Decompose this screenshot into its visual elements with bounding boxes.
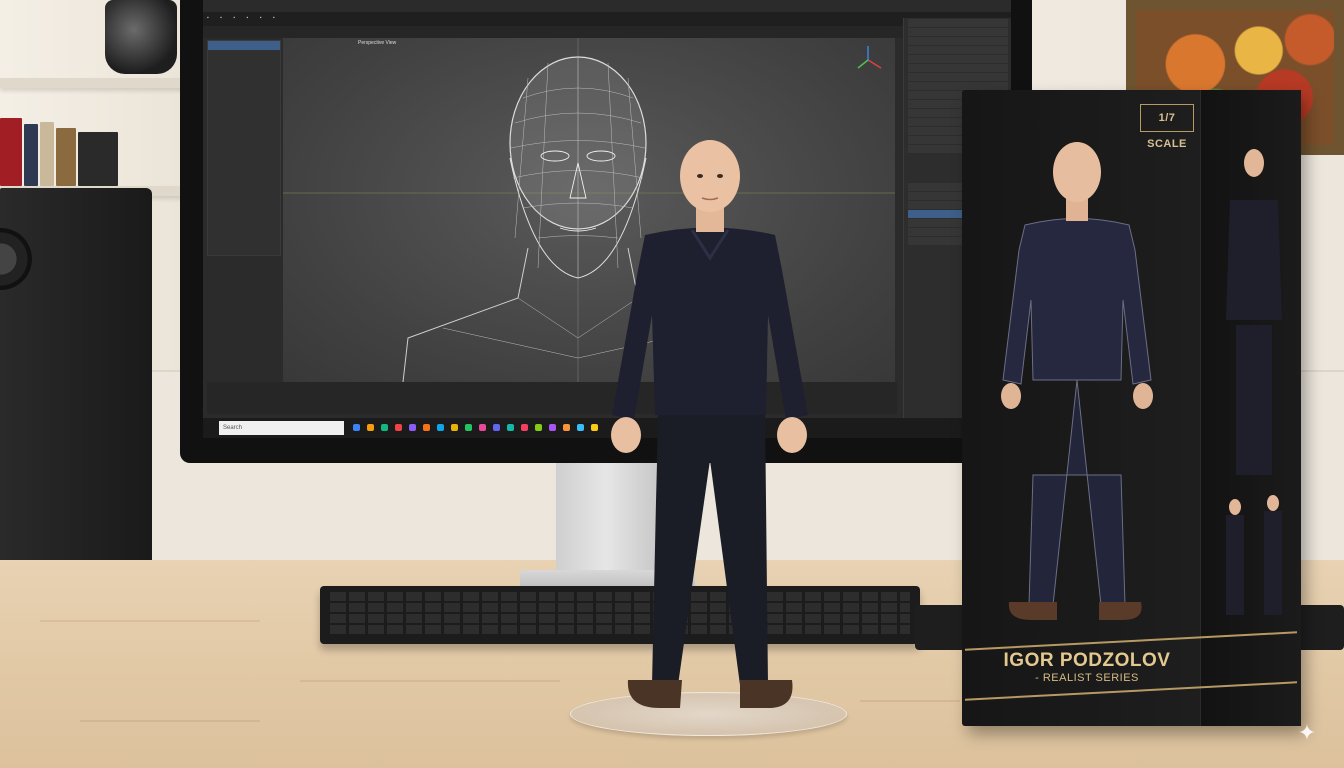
app-icon[interactable] (563, 424, 570, 431)
app-icon[interactable] (465, 424, 472, 431)
app-icon[interactable] (549, 424, 556, 431)
box-art-trousers (1028, 379, 1126, 606)
outliner-item[interactable] (208, 59, 280, 68)
wood-grain (40, 620, 260, 622)
box-art-shoe (1099, 602, 1142, 620)
box-subtitle: - REALIST SERIES (1035, 672, 1139, 684)
outliner-item[interactable] (208, 95, 280, 104)
figure-left-hand (611, 417, 641, 453)
wood-grain (860, 700, 960, 702)
figure-eye (697, 174, 703, 178)
panel-row[interactable] (908, 73, 1008, 81)
sparkle-icon: ✦ (1297, 720, 1317, 745)
mini-figure (1264, 511, 1282, 615)
toolbar (203, 26, 903, 38)
app-icon[interactable] (423, 424, 430, 431)
taskbar-search[interactable]: Search (219, 421, 344, 435)
app-icon[interactable] (479, 424, 486, 431)
vase (105, 0, 177, 74)
menu-item[interactable]: ▪ (260, 15, 262, 21)
menu-item[interactable]: ▪ (220, 15, 222, 21)
figure-left-shoe (627, 680, 682, 708)
box-art-hand (1001, 383, 1021, 409)
app-icon[interactable] (493, 424, 500, 431)
app-icon[interactable] (353, 424, 360, 431)
app-icon[interactable] (535, 424, 542, 431)
box-front-illustration (1001, 142, 1153, 620)
panel-row[interactable] (908, 37, 1008, 45)
book (0, 118, 22, 186)
outliner-item[interactable] (208, 86, 280, 95)
figure-right-shoe (740, 680, 793, 708)
app-icon[interactable] (451, 424, 458, 431)
box-art-sweater (1002, 218, 1152, 385)
menu-item[interactable]: ▪ (207, 15, 209, 21)
photo-scene: ▪ ▪ ▪ ▪ ▪ ▪ Perspective View Search 1/7 … (0, 0, 1344, 768)
box-side-illustrations (1226, 149, 1282, 615)
box-art-shoe (1008, 602, 1057, 620)
app-icon[interactable] (591, 424, 598, 431)
panel-row[interactable] (908, 46, 1008, 54)
axis-gizmo-icon (857, 46, 882, 69)
app-icon[interactable] (409, 424, 416, 431)
panel-row[interactable] (908, 82, 1008, 90)
side-art-sweater (1226, 200, 1282, 320)
app-icon[interactable] (437, 424, 444, 431)
panel-row[interactable] (908, 19, 1008, 27)
box-title: IGOR PODZOLOV (1003, 650, 1171, 671)
outliner-item[interactable] (208, 122, 280, 131)
outliner-panel (207, 40, 281, 256)
side-art-head (1244, 149, 1264, 177)
app-icon[interactable] (395, 424, 402, 431)
panel-row[interactable] (908, 55, 1008, 63)
outliner-item[interactable] (208, 41, 280, 50)
figure-eye (717, 174, 723, 178)
menu-bar: ▪ ▪ ▪ ▪ ▪ ▪ (203, 12, 1011, 26)
book (24, 124, 38, 186)
wood-grain (80, 720, 260, 722)
figure-head (680, 140, 740, 212)
app-icon[interactable] (367, 424, 374, 431)
outliner-item[interactable] (208, 113, 280, 122)
app-icon[interactable] (521, 424, 528, 431)
app-icon[interactable] (507, 424, 514, 431)
app-icon[interactable] (381, 424, 388, 431)
outliner-item[interactable] (208, 68, 280, 77)
mini-figure-head (1267, 495, 1279, 511)
book (56, 128, 76, 186)
shelf (0, 78, 185, 88)
figure-right-hand (777, 417, 807, 453)
app-icon[interactable] (577, 424, 584, 431)
mini-figure-head (1229, 499, 1241, 515)
wood-grain (300, 680, 560, 682)
panel-row[interactable] (908, 28, 1008, 36)
action-figure (611, 140, 808, 708)
scale-badge: 1/7 SCALE (1140, 104, 1194, 150)
menu-item[interactable]: ▪ (247, 15, 249, 21)
panel-row[interactable] (908, 64, 1008, 72)
menu-item[interactable]: ▪ (273, 15, 275, 21)
side-art-trousers (1236, 325, 1272, 475)
book (78, 132, 118, 186)
figure-trousers (652, 410, 768, 685)
outliner-item[interactable] (208, 50, 280, 59)
book (40, 122, 54, 186)
box-art-hand (1133, 383, 1153, 409)
menu-item[interactable]: ▪ (233, 15, 235, 21)
box-art-head (1053, 142, 1101, 202)
outliner-item[interactable] (208, 104, 280, 113)
mini-figure (1226, 515, 1244, 615)
outliner-item[interactable] (208, 77, 280, 86)
